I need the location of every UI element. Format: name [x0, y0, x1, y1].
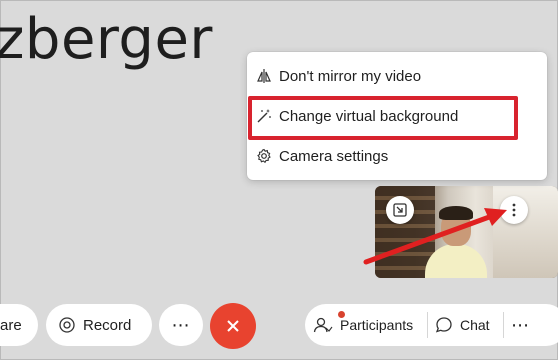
share-label: are: [0, 316, 22, 334]
menu-item-label: Camera settings: [279, 147, 389, 165]
menu-item-label: Change virtual background: [279, 107, 459, 125]
more-horizontal-icon: ⋯: [511, 314, 530, 335]
notification-dot: [338, 311, 345, 318]
picture-in-picture-button[interactable]: [386, 196, 414, 224]
video-options-menu: Don't mirror my video Change virtual bac…: [247, 52, 547, 180]
divider: [503, 312, 504, 338]
self-view-more-button[interactable]: [500, 196, 528, 224]
divider: [427, 312, 428, 338]
picture-in-picture-icon: [393, 203, 407, 217]
record-label: Record: [83, 316, 132, 334]
menu-item-label: Don't mirror my video: [279, 67, 422, 85]
chat-label: Chat: [460, 317, 490, 333]
menu-item-dont-mirror[interactable]: Don't mirror my video: [247, 58, 547, 94]
menu-item-camera-settings[interactable]: Camera settings: [247, 138, 547, 174]
mirror-icon: [255, 67, 273, 85]
more-vertical-icon: [512, 203, 516, 217]
menu-item-change-background[interactable]: Change virtual background: [247, 98, 547, 134]
gear-icon: [255, 147, 273, 165]
right-toolbar-group: Participants Chat ⋯: [305, 304, 558, 346]
record-icon: [58, 316, 76, 334]
record-button[interactable]: Record: [46, 304, 152, 346]
magic-wand-icon: [255, 107, 273, 125]
chat-button[interactable]: Chat: [435, 304, 490, 346]
more-options-button-right[interactable]: ⋯: [511, 304, 530, 346]
participants-label: Participants: [340, 317, 414, 333]
participants-icon: [313, 316, 333, 334]
close-icon: [227, 320, 239, 332]
chat-icon: [435, 316, 453, 334]
more-options-button[interactable]: ⋯: [159, 304, 203, 346]
more-horizontal-icon: ⋯: [171, 314, 191, 335]
participants-button[interactable]: Participants: [313, 304, 413, 346]
end-call-button[interactable]: [210, 303, 256, 349]
video-person-hair: [439, 206, 473, 220]
participant-name: zberger: [0, 7, 213, 72]
